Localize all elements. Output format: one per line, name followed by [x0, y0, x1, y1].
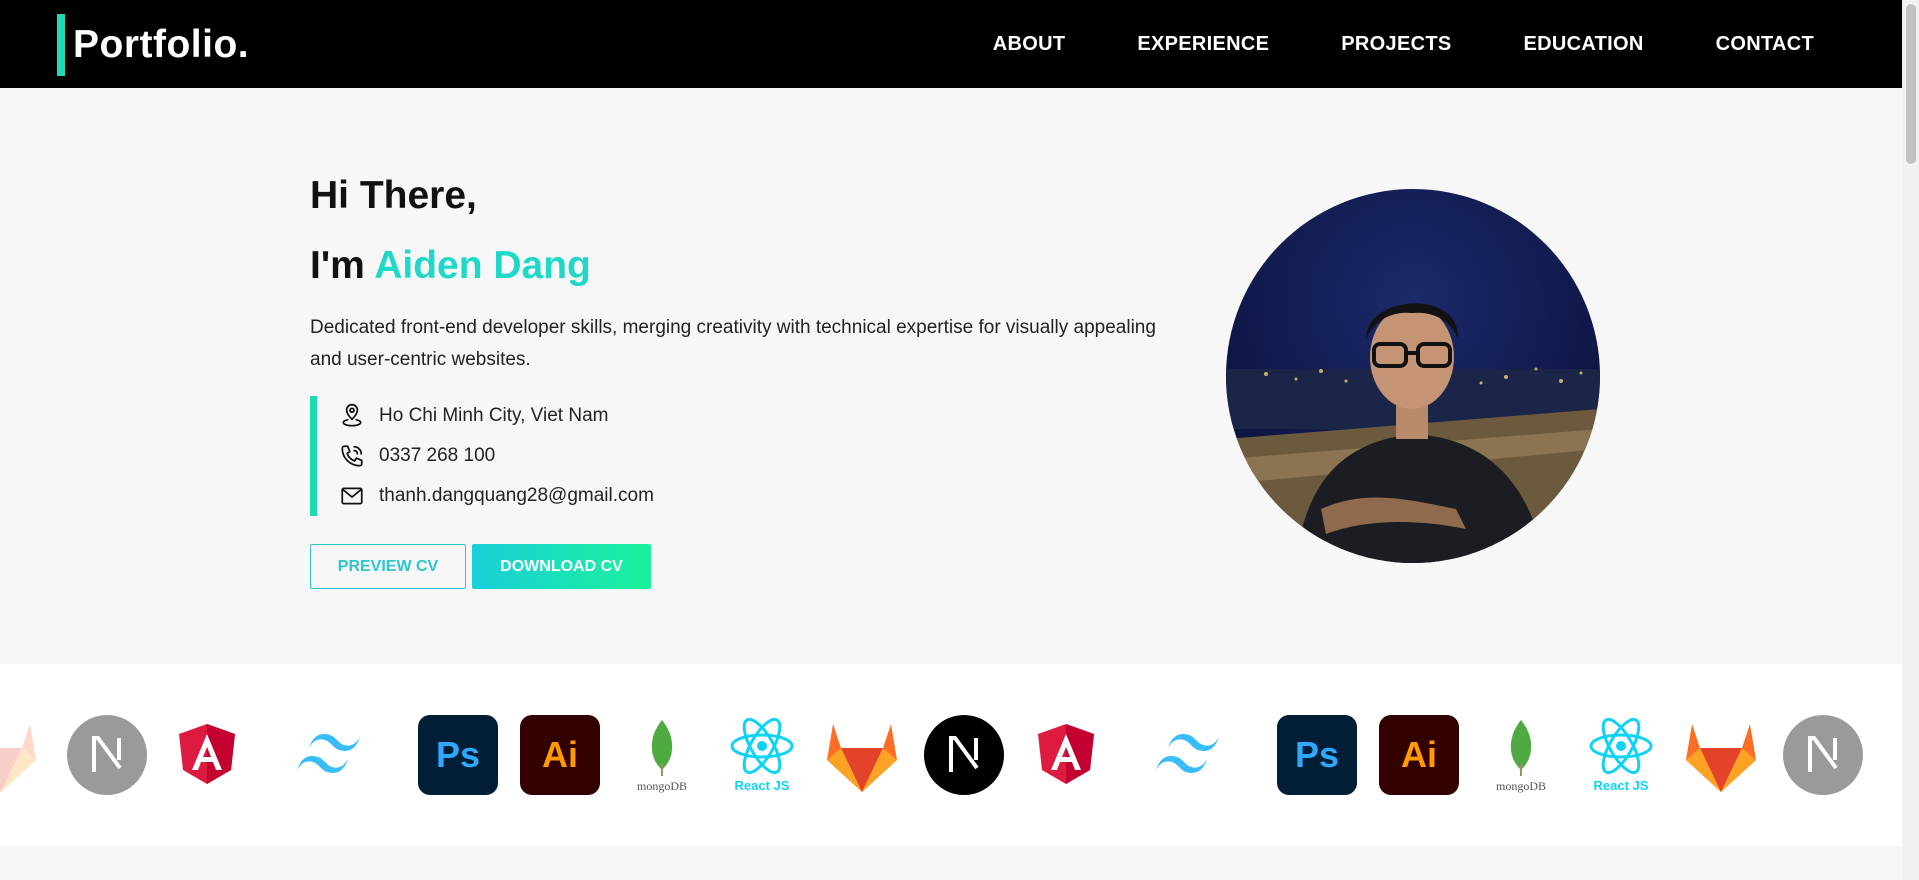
- svg-text:Ai: Ai: [1401, 734, 1437, 775]
- svg-text:Ps: Ps: [1295, 734, 1339, 775]
- hero-name: Aiden Dang: [374, 244, 591, 287]
- location-pin-icon: [342, 403, 362, 427]
- photoshop-icon: Ps: [1276, 714, 1358, 796]
- main-nav: ABOUT EXPERIENCE PROJECTS EDUCATION CONT…: [993, 0, 1814, 88]
- illustrator-icon: Ai: [1378, 714, 1460, 796]
- cv-buttons: PREVIEW CV DOWNLOAD CV: [310, 544, 1190, 589]
- photoshop-icon: Ps: [417, 714, 499, 796]
- nextjs-icon: [66, 714, 148, 796]
- gitlab-icon: [821, 714, 903, 796]
- hero-greeting: Hi There,: [310, 174, 477, 217]
- svg-text:Ps: Ps: [436, 734, 480, 775]
- svg-text:React JS: React JS: [735, 778, 790, 793]
- hero-intro: I'm Aiden Dang: [310, 240, 1190, 292]
- hero-section: Hi There, I'm Aiden Dang Dedicated front…: [310, 170, 1190, 589]
- mail-icon: [341, 487, 363, 505]
- nav-experience[interactable]: EXPERIENCE: [1137, 33, 1269, 56]
- nav-contact[interactable]: CONTACT: [1716, 33, 1814, 56]
- nav-about[interactable]: ABOUT: [993, 33, 1066, 56]
- brand-accent-bar: [57, 14, 65, 76]
- svg-text:mongoDB: mongoDB: [637, 779, 687, 793]
- preview-cv-button[interactable]: PREVIEW CV: [310, 544, 466, 589]
- svg-text:React JS: React JS: [1594, 778, 1649, 793]
- nextjs-icon: [1782, 714, 1864, 796]
- download-cv-button[interactable]: DOWNLOAD CV: [472, 544, 651, 589]
- contact-location: Ho Chi Minh City, Viet Nam: [339, 396, 1190, 436]
- navbar: Portfolio. ABOUT EXPERIENCE PROJECTS EDU…: [0, 0, 1902, 88]
- tailwind-icon: [1125, 714, 1253, 796]
- mongodb-icon: mongoDB: [621, 714, 703, 796]
- hero-intro-prefix: I'm: [310, 244, 375, 287]
- nav-projects[interactable]: PROJECTS: [1341, 33, 1451, 56]
- contact-list: Ho Chi Minh City, Viet Nam 0337 268 100 …: [310, 396, 1190, 516]
- nextjs-icon: [923, 714, 1005, 796]
- page-scrollbar[interactable]: [1902, 0, 1919, 880]
- react-icon: React JS: [1580, 714, 1662, 796]
- brand-logo[interactable]: Portfolio.: [57, 14, 249, 76]
- contact-phone[interactable]: 0337 268 100: [339, 436, 1190, 476]
- contact-phone-text: 0337 268 100: [379, 445, 496, 466]
- angular-icon: [166, 714, 248, 796]
- react-icon: React JS: [721, 714, 803, 796]
- mongodb-icon: mongoDB: [1480, 714, 1562, 796]
- contact-email[interactable]: thanh.dangquang28@gmail.com: [339, 476, 1190, 516]
- phone-icon: [341, 445, 363, 467]
- svg-text:mongoDB: mongoDB: [1496, 779, 1546, 793]
- scrollbar-thumb[interactable]: [1906, 4, 1916, 164]
- profile-photo-illustration: [1226, 303, 1600, 563]
- contact-email-text: thanh.dangquang28@gmail.com: [379, 485, 654, 506]
- angular-icon: [1025, 714, 1107, 796]
- nav-education[interactable]: EDUCATION: [1524, 33, 1644, 56]
- tailwind-icon: [266, 714, 394, 796]
- gitlab-icon: [1680, 714, 1762, 796]
- illustrator-icon: Ai: [519, 714, 601, 796]
- tech-logo-strip: Ps Ai mongoDB React JS Ps Ai mongoDB Rea…: [0, 664, 1902, 846]
- profile-photo: [1226, 189, 1600, 563]
- brand-name: Portfolio.: [73, 23, 250, 66]
- hero-description: Dedicated front-end developer skills, me…: [310, 317, 1156, 370]
- svg-text:Ai: Ai: [542, 734, 578, 775]
- gitlab-icon: [0, 714, 42, 796]
- contact-location-text: Ho Chi Minh City, Viet Nam: [379, 405, 609, 426]
